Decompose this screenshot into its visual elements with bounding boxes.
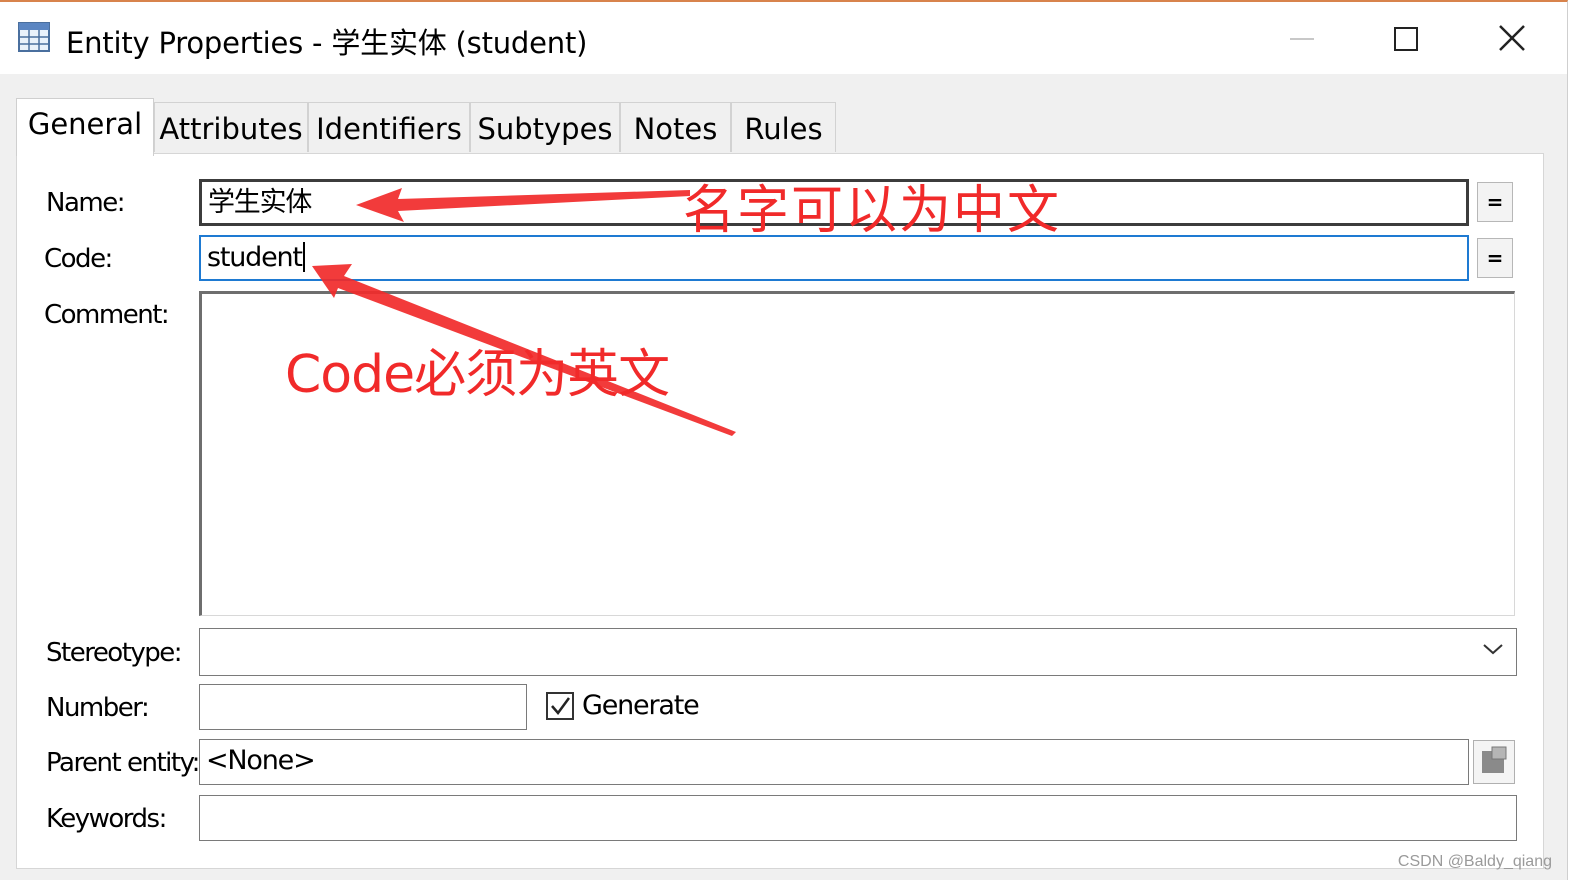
code-label: Code:: [44, 244, 113, 274]
window-title: Entity Properties - 学生实体 (student): [66, 26, 588, 60]
checkmark-icon: [551, 697, 571, 716]
stereotype-label: Stereotype:: [46, 638, 183, 668]
code-name-sync-button[interactable]: =: [1477, 238, 1513, 278]
keywords-input[interactable]: [199, 795, 1517, 841]
watermark-text: CSDN @Baldy_qiang: [1397, 853, 1552, 870]
parent-entity-field[interactable]: <None>: [199, 739, 1469, 785]
name-code-sync-button[interactable]: =: [1477, 182, 1513, 222]
tab-general[interactable]: General: [16, 98, 154, 156]
tab-notes[interactable]: Notes: [620, 102, 731, 152]
properties-icon: [1482, 746, 1507, 773]
parent-entity-label: Parent entity:: [46, 748, 200, 778]
close-button[interactable]: [1482, 14, 1542, 62]
tab-rules[interactable]: Rules: [731, 102, 836, 152]
number-label: Number:: [46, 693, 150, 723]
entity-properties-window: Entity Properties - 学生实体 (student) Gener…: [0, 0, 1568, 880]
table-grid-icon: [18, 22, 50, 52]
code-annotation-text: Code必须为英文: [285, 345, 670, 405]
keywords-label: Keywords:: [46, 804, 167, 834]
number-input[interactable]: [199, 684, 527, 730]
code-input-value: student: [207, 242, 303, 273]
name-label: Name:: [46, 188, 125, 218]
tab-identifiers[interactable]: Identifiers: [308, 102, 470, 152]
maximize-icon: [1394, 27, 1418, 51]
generate-label[interactable]: Generate: [582, 690, 700, 721]
tab-strip: General Attributes Identifiers Subtypes …: [16, 98, 1016, 156]
minimize-button[interactable]: [1272, 14, 1332, 62]
maximize-button[interactable]: [1376, 14, 1436, 62]
title-bar: Entity Properties - 学生实体 (student): [0, 2, 1567, 74]
tab-attributes[interactable]: Attributes: [154, 102, 308, 152]
comment-label: Comment:: [44, 300, 170, 330]
close-icon: [1499, 25, 1525, 51]
select-parent-entity-button[interactable]: [1473, 740, 1515, 784]
text-caret: [302, 241, 305, 272]
chevron-down-icon: [1483, 644, 1503, 655]
name-annotation-text: 名字可以为中文: [683, 181, 1062, 241]
minimize-icon: [1290, 38, 1314, 40]
tab-subtypes[interactable]: Subtypes: [470, 102, 620, 152]
generate-checkbox[interactable]: [546, 692, 574, 720]
stereotype-select[interactable]: [199, 628, 1517, 676]
